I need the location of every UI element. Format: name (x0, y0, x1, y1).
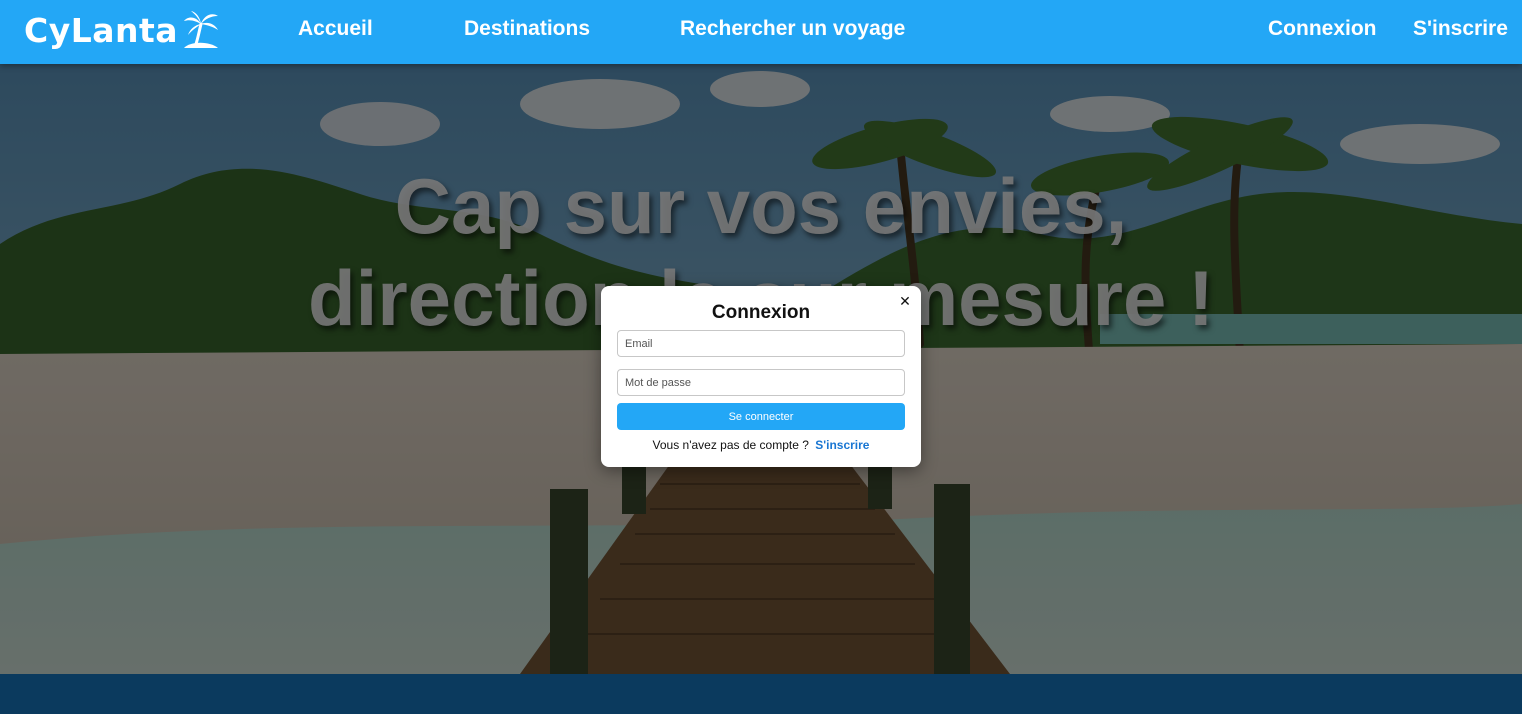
nav-login-link[interactable]: Connexion (1268, 17, 1377, 41)
nav-destinations-link[interactable]: Destinations (464, 17, 590, 41)
nav-search-trip-link[interactable]: Rechercher un voyage (680, 17, 905, 41)
signup-prompt: Vous n'avez pas de compte ? S'inscrire (601, 438, 921, 452)
login-submit-button[interactable]: Se connecter (617, 403, 905, 430)
hero-title-line-1: Cap sur vos envies, (394, 162, 1128, 250)
signup-link[interactable]: S'inscrire (815, 438, 869, 452)
no-account-text: Vous n'avez pas de compte ? (652, 438, 809, 452)
palm-tree-island-icon (184, 11, 219, 48)
login-modal: Connexion ✕ Se connecter Vous n'avez pas… (601, 286, 921, 467)
email-input[interactable] (617, 330, 905, 357)
footer-strip (0, 674, 1522, 714)
password-input[interactable] (617, 369, 905, 396)
nav-signup-link[interactable]: S'inscrire (1413, 17, 1508, 41)
top-navbar: CyLanta Accueil Destinations Rechercher … (0, 0, 1522, 64)
brand-logo[interactable]: CyLanta (24, 8, 220, 52)
close-icon[interactable]: ✕ (899, 294, 911, 308)
brand-name: CyLanta (24, 10, 179, 50)
modal-title: Connexion (711, 302, 811, 323)
nav-home-link[interactable]: Accueil (298, 17, 373, 41)
